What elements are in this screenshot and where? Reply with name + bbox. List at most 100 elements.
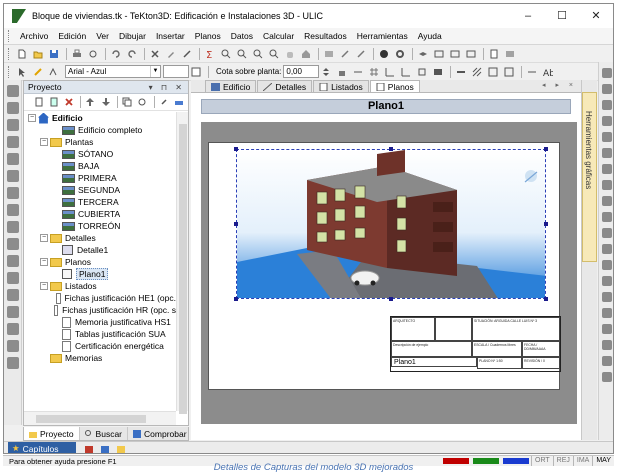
tree-item[interactable]: PRIMERA [24, 172, 176, 184]
view-elevation-icon[interactable] [448, 47, 462, 61]
zoom-out-icon[interactable] [235, 47, 249, 61]
zoom-all-icon[interactable] [267, 47, 281, 61]
menu-grip[interactable] [8, 30, 11, 42]
offset-tool-icon[interactable] [602, 164, 612, 174]
tree-item[interactable]: TERCERA [24, 196, 176, 208]
doc-tab-detalles[interactable]: Detalles [257, 80, 313, 92]
column-tool-icon[interactable] [6, 221, 19, 233]
print-icon[interactable] [70, 47, 84, 61]
menu-ver[interactable]: Ver [91, 31, 114, 41]
scale-tool-icon[interactable] [602, 116, 612, 126]
tab-buscar[interactable]: Buscar [80, 427, 129, 440]
cube-icon[interactable] [502, 65, 516, 79]
layer-manager-icon[interactable] [431, 65, 445, 79]
close-button[interactable]: ✕ [579, 4, 613, 28]
tree-item[interactable]: Fichas justificación HE1 (opc. [24, 292, 176, 304]
resize-handle[interactable] [544, 297, 548, 301]
resize-handle[interactable] [234, 297, 238, 301]
tree-item[interactable]: − Edificio [24, 112, 176, 124]
toolbar-grip[interactable] [8, 65, 11, 78]
duct-tool-icon[interactable] [6, 340, 19, 352]
tree-item[interactable]: CUBIERTA [24, 208, 176, 220]
arc-tool-icon[interactable] [602, 260, 612, 270]
tree-item[interactable]: − Planos [24, 256, 176, 268]
measure-icon[interactable] [338, 47, 352, 61]
layers-icon[interactable] [322, 47, 336, 61]
line-tool-icon[interactable] [602, 228, 612, 238]
tree-item[interactable]: Certificación energética [24, 340, 176, 352]
window-tool-icon[interactable] [6, 187, 19, 199]
circle-tool-icon[interactable] [602, 276, 612, 286]
move-down-icon[interactable] [99, 95, 112, 109]
properties-icon[interactable] [180, 47, 194, 61]
spin-stepper-icon[interactable] [319, 65, 333, 79]
menu-archivo[interactable]: Archivo [15, 31, 53, 41]
view-plan-icon[interactable] [432, 47, 446, 61]
tree-item[interactable]: BAJA [24, 160, 176, 172]
view-section-icon[interactable] [464, 47, 478, 61]
tree-item[interactable]: Tablas justificación SUA [24, 328, 176, 340]
delete-icon[interactable] [148, 47, 162, 61]
resize-handle[interactable] [544, 147, 548, 151]
tree-vertical-scrollbar[interactable] [176, 112, 188, 414]
door-tool-icon[interactable] [6, 170, 19, 182]
polyline-tool-icon[interactable] [602, 244, 612, 254]
tree-item[interactable]: Memorias [24, 352, 176, 364]
block-icon[interactable] [486, 65, 500, 79]
tree-item[interactable]: Edificio completo [24, 124, 176, 136]
line-type-icon[interactable] [454, 65, 468, 79]
menu-ayuda[interactable]: Ayuda [413, 31, 447, 41]
tab-proyecto[interactable]: Proyecto [24, 427, 80, 440]
redo-icon[interactable] [125, 47, 139, 61]
pin-icon[interactable] [158, 95, 171, 109]
settings-gear-icon[interactable] [393, 47, 407, 61]
resize-handle[interactable] [544, 222, 548, 226]
stair-tool-icon[interactable] [6, 204, 19, 216]
snap-center-icon[interactable] [6, 136, 19, 148]
capitulos-tool-icon[interactable] [82, 443, 96, 453]
title-block[interactable]: ARQUITECTO SITUACIÓN: ARGUIDA CALLE LUIS… [390, 316, 561, 372]
tree-toggle-icon[interactable]: − [40, 258, 48, 266]
edit-item-icon[interactable] [47, 95, 60, 109]
snap-point-icon[interactable] [6, 85, 19, 97]
pan-hand-icon[interactable] [283, 47, 297, 61]
report-icon[interactable] [487, 47, 501, 61]
tree-item[interactable]: − Detalles [24, 232, 176, 244]
tree-item[interactable]: Memoria justificativa HS1 [24, 316, 176, 328]
capitulos-pin-icon[interactable] [114, 443, 128, 453]
snap-icon[interactable] [351, 65, 365, 79]
print-list-icon[interactable] [173, 95, 186, 109]
text-annotation-icon[interactable] [602, 292, 612, 302]
capitulos-tab[interactable]: ★ Capítulos [8, 442, 76, 453]
ortho-icon[interactable] [383, 65, 397, 79]
delete-item-icon[interactable] [62, 95, 75, 109]
cable-tool-icon[interactable] [6, 357, 19, 369]
tree-toggle-icon[interactable]: − [28, 114, 36, 122]
tree-horizontal-scrollbar[interactable] [24, 411, 176, 425]
maximize-button[interactable]: ☐ [545, 4, 579, 28]
move-up-icon[interactable] [84, 95, 97, 109]
doc-tab-edificio[interactable]: Edificio [205, 80, 257, 92]
dimension-icon[interactable] [525, 65, 539, 79]
roof-tool-icon[interactable] [6, 255, 19, 267]
lock-icon[interactable] [335, 65, 349, 79]
menu-dibujar[interactable]: Dibujar [114, 31, 151, 41]
menu-edicion[interactable]: Edición [53, 31, 91, 41]
refresh-icon[interactable] [136, 95, 149, 109]
pen-tool-icon[interactable] [602, 372, 612, 382]
chevron-down-icon[interactable]: ▼ [150, 66, 160, 77]
view-3d-icon[interactable] [416, 47, 430, 61]
hatch-icon[interactable] [470, 65, 484, 79]
slab-tool-icon[interactable] [6, 238, 19, 250]
menu-insertar[interactable]: Insertar [151, 31, 190, 41]
tree-item[interactable]: Fichas justificación HR (opc. s [24, 304, 176, 316]
tree-item[interactable]: − Listados [24, 280, 176, 292]
mirror-tool-icon[interactable] [602, 100, 612, 110]
toolbar-grip[interactable] [8, 47, 11, 60]
grid-icon[interactable] [367, 65, 381, 79]
move-tool-icon[interactable] [602, 68, 612, 78]
copy-item-icon[interactable] [121, 95, 134, 109]
stack-icon[interactable] [503, 47, 517, 61]
tree-item[interactable]: SÓTANO [24, 148, 176, 160]
fillet-tool-icon[interactable] [602, 212, 612, 222]
